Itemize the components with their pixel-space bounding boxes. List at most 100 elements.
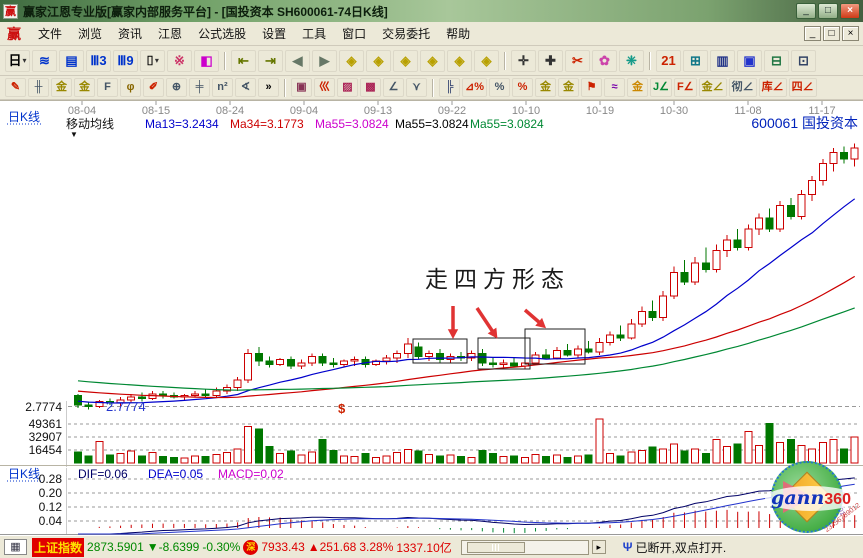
info-panel-icon: ▤ bbox=[65, 54, 77, 67]
gann-diamond-right-button[interactable]: ◈ bbox=[366, 50, 391, 72]
ma-indicator-title[interactable]: 移动均线 bbox=[66, 117, 114, 131]
bars-3min-button[interactable]: Ⅲ3 bbox=[86, 50, 111, 72]
n-square-button[interactable]: n² bbox=[212, 78, 233, 97]
flower-tool-button[interactable]: ✿ bbox=[592, 50, 617, 72]
leaf-tool-button[interactable]: ❈ bbox=[619, 50, 644, 72]
gann-diamond-star-button[interactable]: ◈ bbox=[420, 50, 445, 72]
v-line-button[interactable]: ⋎ bbox=[406, 78, 427, 97]
gann-diamond-out-button[interactable]: ◈ bbox=[474, 50, 499, 72]
menu-file[interactable]: 文件 bbox=[30, 24, 70, 44]
mdi-minimize-button[interactable]: _ bbox=[804, 26, 821, 41]
subpanel-label-kline[interactable]: 日K线 bbox=[8, 467, 40, 481]
si-angle-button[interactable]: 四∠ bbox=[789, 78, 817, 97]
gann-box-button[interactable]: ▣ bbox=[291, 78, 312, 97]
gold-time-grid-button[interactable]: 金 bbox=[51, 78, 72, 97]
more-button[interactable]: » bbox=[258, 78, 279, 97]
menu-settings[interactable]: 设置 bbox=[254, 24, 294, 44]
f-angle-button[interactable]: F∠ bbox=[674, 78, 697, 97]
stock-symbol-label: 600061 国投资本 bbox=[751, 115, 858, 131]
dropdown-caret-icon: ▾ bbox=[155, 56, 159, 65]
crosshair-button[interactable]: ✚ bbox=[538, 50, 563, 72]
menu-tools[interactable]: 工具 bbox=[294, 24, 334, 44]
net-send-icon: ⊟ bbox=[771, 54, 782, 67]
gann-diamond-left-button[interactable]: ◈ bbox=[339, 50, 364, 72]
wave-band-button[interactable]: ≈ bbox=[604, 78, 625, 97]
retrace-pct-button[interactable]: ⊿% bbox=[462, 78, 487, 97]
calendar-21-button[interactable]: 21 bbox=[656, 50, 681, 72]
angle-line-button[interactable]: ∠ bbox=[383, 78, 404, 97]
calculator-button[interactable]: ⊞ bbox=[683, 50, 708, 72]
gold-angle-button[interactable]: 金∠ bbox=[699, 78, 727, 97]
last-page-button[interactable]: ⇥ bbox=[258, 50, 283, 72]
price-ref-axis-label: 2.7774 bbox=[25, 400, 62, 414]
fib-grid-button[interactable]: F bbox=[97, 78, 118, 97]
time-grid-button[interactable]: ╫ bbox=[28, 78, 49, 97]
minimize-button[interactable]: _ bbox=[796, 3, 816, 19]
draw-pen-button[interactable]: ✎ bbox=[5, 78, 26, 97]
mdi-restore-button[interactable]: □ bbox=[823, 26, 840, 41]
menu-browse[interactable]: 浏览 bbox=[70, 24, 110, 44]
gann-grid-box-button[interactable]: ▨ bbox=[337, 78, 358, 97]
eraser-button[interactable]: ✂ bbox=[565, 50, 590, 72]
price-ladder-button[interactable]: ╠ bbox=[439, 78, 460, 97]
menu-window[interactable]: 窗口 bbox=[334, 24, 374, 44]
candle-style-button[interactable]: ⌷▾ bbox=[140, 50, 165, 72]
gann-fan-button[interactable]: 巛 bbox=[314, 78, 335, 97]
restore-button[interactable]: □ bbox=[818, 3, 838, 19]
gann-diamond-in-button[interactable]: ◈ bbox=[447, 50, 472, 72]
scroll-right-button[interactable]: ▸ bbox=[592, 540, 606, 554]
ruler-button[interactable]: ╪ bbox=[189, 78, 210, 97]
connection-icon[interactable]: Ψ bbox=[623, 540, 633, 554]
mark-pen-button[interactable]: ✐ bbox=[143, 78, 164, 97]
notes-button[interactable]: ▥ bbox=[710, 50, 735, 72]
net-send-button[interactable]: ⊟ bbox=[764, 50, 789, 72]
panel-label-kline[interactable]: 日K线 bbox=[8, 110, 40, 124]
prev-bar-button[interactable]: ◀ bbox=[285, 50, 310, 72]
pattern-tool-button[interactable]: ※ bbox=[167, 50, 192, 72]
logo-text: gann360 bbox=[765, 486, 857, 511]
gold-channel-button[interactable]: 金 bbox=[627, 78, 648, 97]
date-tick-label: 09-04 bbox=[290, 105, 318, 117]
menu-news[interactable]: 资讯 bbox=[110, 24, 150, 44]
gann-diamond-both-button[interactable]: ◈ bbox=[393, 50, 418, 72]
flag-mark-button[interactable]: ⚑ bbox=[581, 78, 602, 97]
gann-net-button[interactable]: ▩ bbox=[360, 78, 381, 97]
menu-trade-order[interactable]: 交易委托 bbox=[374, 24, 438, 44]
remote-pc-button[interactable]: ⊡ bbox=[791, 50, 816, 72]
j-angle-button[interactable]: J∠ bbox=[650, 78, 672, 97]
connection-status[interactable]: 已断开,双点打开. bbox=[635, 539, 726, 556]
cycle-circle-button[interactable]: ⊕ bbox=[166, 78, 187, 97]
info-panel-button[interactable]: ▤ bbox=[59, 50, 84, 72]
angle-mirror-button[interactable]: ∢ bbox=[235, 78, 256, 97]
scrollbar-thumb[interactable] bbox=[467, 542, 525, 553]
ku-angle-button[interactable]: 库∠ bbox=[759, 78, 787, 97]
spiral-button[interactable]: φ bbox=[120, 78, 141, 97]
pan-hand-button[interactable]: ✛ bbox=[511, 50, 536, 72]
gold-price-grid-button[interactable]: 金 bbox=[74, 78, 95, 97]
percent-button[interactable]: % bbox=[489, 78, 510, 97]
mdi-close-button[interactable]: × bbox=[842, 26, 859, 41]
keyboard-icon[interactable]: ▦ bbox=[4, 539, 27, 555]
volume-profile-button[interactable]: ◧ bbox=[194, 50, 219, 72]
sh-index-label[interactable]: 上证指数 bbox=[32, 538, 84, 557]
percent-line-button[interactable]: % bbox=[512, 78, 533, 97]
che-angle-button[interactable]: 彻∠ bbox=[729, 78, 757, 97]
kline-period-button[interactable]: 日▾ bbox=[5, 50, 30, 72]
menu-help[interactable]: 帮助 bbox=[438, 24, 478, 44]
menu-gann[interactable]: 江恩 bbox=[150, 24, 190, 44]
save-button[interactable]: ▣ bbox=[737, 50, 762, 72]
kline-chart-canvas[interactable]: 日K线 移动均线 ▼ 600061 国投资本 走四方形态 2.7774 2.77… bbox=[0, 101, 863, 535]
title-bar[interactable]: 赢 赢家江恩专业版[赢家内部服务平台] - [国投资本 SH600061-74日… bbox=[0, 0, 863, 22]
macd-axis-label: 0.04 bbox=[39, 514, 63, 528]
gold-section-button[interactable]: 金 bbox=[558, 78, 579, 97]
bars-9min-button[interactable]: Ⅲ9 bbox=[113, 50, 138, 72]
date-tick-label: 10-19 bbox=[586, 105, 614, 117]
trend-zigzag-button[interactable]: ≋ bbox=[32, 50, 57, 72]
gold-circle-button[interactable]: 金 bbox=[535, 78, 556, 97]
close-button[interactable]: × bbox=[840, 3, 860, 19]
first-page-button[interactable]: ⇤ bbox=[231, 50, 256, 72]
sz-index-badge[interactable]: 深 bbox=[243, 540, 258, 555]
menu-formula-stock-pick[interactable]: 公式选股 bbox=[190, 24, 254, 44]
next-bar-button[interactable]: ▶ bbox=[312, 50, 337, 72]
horizontal-scrollbar[interactable] bbox=[461, 540, 589, 555]
